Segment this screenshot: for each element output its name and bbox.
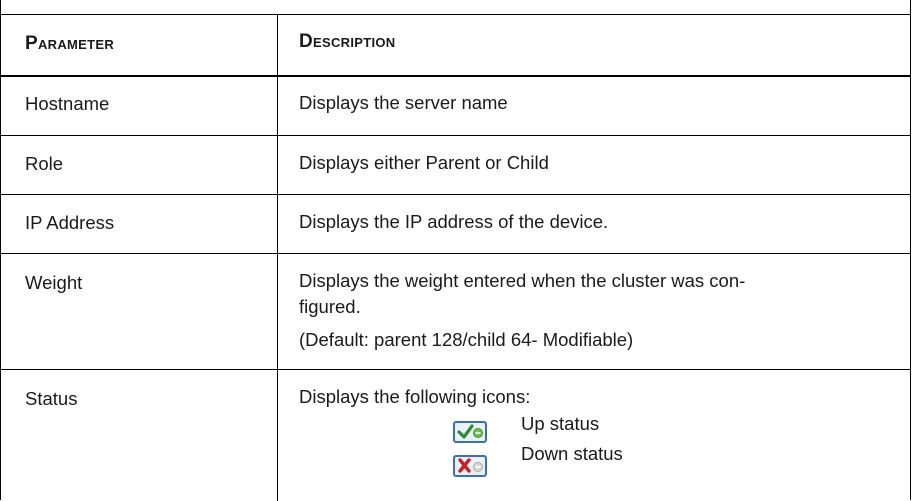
- row-ip-address-description: Displays the IP address of the device.: [299, 211, 609, 232]
- row-hostname-parameter: Hostname: [25, 93, 110, 114]
- up-status-icon: [453, 421, 487, 443]
- row-divider: [1, 194, 910, 195]
- up-status-label: Up status: [521, 413, 600, 434]
- row-role-description: Displays either Parent or Child: [299, 152, 549, 173]
- header-parameter: Parameter: [25, 33, 115, 54]
- row-divider: [1, 253, 910, 254]
- header-divider: [1, 75, 910, 77]
- row-weight-default-note: (Default: parent 128/child 64- Modifiabl…: [299, 329, 634, 350]
- row-hostname-description: Displays the server name: [299, 92, 508, 113]
- header-description: Description: [299, 31, 396, 52]
- table-top-border: [1, 14, 910, 15]
- column-divider: [277, 14, 278, 501]
- row-divider: [1, 135, 910, 136]
- row-status-parameter: Status: [25, 388, 78, 409]
- row-weight-description-line1: Displays the weight entered when the clu…: [299, 270, 746, 291]
- row-role-parameter: Role: [25, 153, 64, 174]
- row-divider: [1, 369, 910, 370]
- row-status-description: Displays the following icons:: [299, 386, 531, 407]
- row-weight-description-line2: figured.: [299, 296, 361, 317]
- row-ip-address-parameter: IP Address: [25, 212, 115, 233]
- parameter-table: Parameter Description Hostname Displays …: [0, 0, 911, 501]
- row-weight-parameter: Weight: [25, 272, 83, 293]
- down-status-icon: [453, 455, 487, 477]
- down-status-label: Down status: [521, 443, 623, 464]
